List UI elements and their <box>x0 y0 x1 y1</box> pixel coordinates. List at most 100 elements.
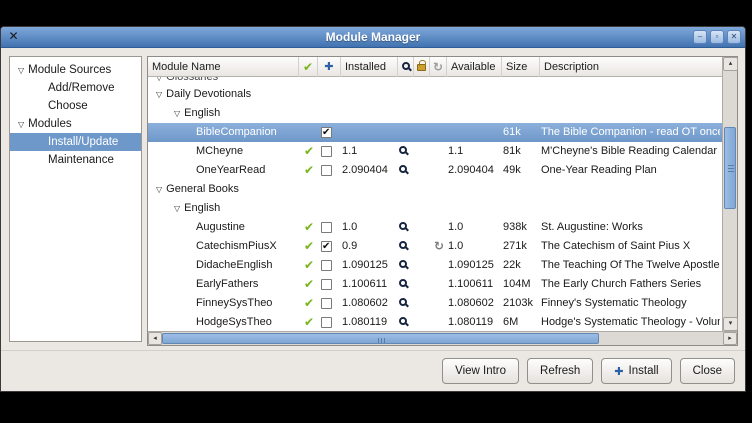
search-preview-icon[interactable] <box>399 256 415 275</box>
tree-expander-icon[interactable]: ▽ <box>18 120 24 129</box>
sidebar-item-choose[interactable]: Choose <box>10 97 141 115</box>
sidebar-item-add-remove[interactable]: Add/Remove <box>10 79 141 97</box>
table-row-finneysystheo[interactable]: FinneySysTheo✔1.0806021.0806022103kFinne… <box>148 294 722 313</box>
search-preview-icon[interactable] <box>399 237 415 256</box>
install-checkbox[interactable] <box>321 294 335 313</box>
column-header-installed[interactable]: Installed <box>340 57 397 77</box>
refresh-button[interactable]: Refresh <box>527 358 593 384</box>
search-preview-icon[interactable] <box>399 275 415 294</box>
lock-icon[interactable] <box>413 57 429 77</box>
install-checkbox[interactable] <box>321 142 335 161</box>
sidebar-item-install-update[interactable]: Install/Update <box>10 133 141 151</box>
table-row-english[interactable]: ▽English <box>148 104 722 123</box>
module-description: One-Year Reading Plan <box>541 161 720 180</box>
table-row-augustine[interactable]: Augustine✔1.01.0938kSt. Augustine: Works <box>148 218 722 237</box>
table-row-biblecompanion[interactable]: BibleCompanion61kThe Bible Companion - r… <box>148 123 722 142</box>
scroll-down-button[interactable]: ▾ <box>723 317 738 331</box>
table-row-mcheyne[interactable]: MCheyne✔1.11.181kM'Cheyne's Bible Readin… <box>148 142 722 161</box>
maximize-button[interactable]: ▫ <box>710 30 724 44</box>
vertical-scrollbar[interactable]: ▴ ▾ <box>722 57 737 331</box>
search-preview-icon[interactable] <box>399 161 415 180</box>
table-row-earlyfathers[interactable]: EarlyFathers✔1.1006111.100611104MThe Ear… <box>148 275 722 294</box>
module-sources-tree: ▽Module SourcesAdd/Remove Choose ▽ModulesI… <box>9 56 142 342</box>
module-name-label: OneYearRead <box>196 164 265 176</box>
tree-expander-icon[interactable]: ▽ <box>18 66 24 75</box>
search-preview-icon[interactable] <box>397 57 413 77</box>
installed-version: 2.090404 <box>342 161 397 180</box>
install-plus-icon: ✚ <box>614 365 623 378</box>
table-header: Module Name ✔ ✚ Installed ↻ Available Si… <box>148 57 722 77</box>
vertical-scroll-thumb[interactable] <box>724 127 736 209</box>
footer-button-bar: View Intro Refresh ✚Install Close <box>1 350 745 391</box>
module-name-label: FinneySysTheo <box>196 297 272 309</box>
tree-expander-icon[interactable]: ▽ <box>174 109 180 118</box>
table-row-hodgesystheo[interactable]: HodgeSysTheo✔1.0801191.0801196MHodge's S… <box>148 313 722 331</box>
column-header-available[interactable]: Available <box>446 57 501 77</box>
scroll-right-button[interactable]: ▸ <box>723 332 737 345</box>
table-row-oneyearread[interactable]: OneYearRead✔2.0904042.09040449kOne-Year … <box>148 161 722 180</box>
add-module-icon[interactable]: ✚ <box>317 57 340 77</box>
horizontal-scrollbar[interactable]: ◂ ▸ <box>148 331 737 345</box>
install-checkbox[interactable] <box>321 256 335 275</box>
module-size: 938k <box>503 218 540 237</box>
scroll-left-button[interactable]: ◂ <box>148 332 162 345</box>
table-row-catechismpiusx[interactable]: CatechismPiusX✔0.9↻1.0271kThe Catechism … <box>148 237 722 256</box>
install-checkbox[interactable] <box>321 313 335 331</box>
module-size: 81k <box>503 142 540 161</box>
sidebar-item-modules[interactable]: ▽Modules <box>10 115 141 133</box>
available-version: 1.0 <box>448 237 500 256</box>
available-version: 1.100611 <box>448 275 500 294</box>
update-available-icon: ↻ <box>431 237 447 257</box>
search-preview-icon[interactable] <box>399 313 415 331</box>
tree-expander-icon[interactable]: ▽ <box>156 90 162 99</box>
sidebar-item-maintenance[interactable]: Maintenance <box>10 151 141 169</box>
minimize-button[interactable]: – <box>693 30 707 44</box>
titlebar[interactable]: ✕ Module Manager – ▫ ✕ <box>1 27 745 48</box>
module-description: The Catechism of Saint Pius X <box>541 237 720 256</box>
module-size: 22k <box>503 256 540 275</box>
view-intro-button[interactable]: View Intro <box>442 358 519 384</box>
tree-expander-icon[interactable]: ▽ <box>156 77 162 82</box>
module-description: St. Augustine: Works <box>541 218 720 237</box>
tree-expander-icon[interactable]: ▽ <box>156 185 162 194</box>
table-row-english[interactable]: ▽ English <box>148 199 722 218</box>
column-header-description[interactable]: Description <box>539 57 722 77</box>
column-header-module-name[interactable]: Module Name <box>148 57 298 77</box>
search-preview-icon[interactable] <box>399 142 415 161</box>
install-checkbox[interactable] <box>321 237 335 256</box>
install-button[interactable]: ✚Install <box>601 358 671 384</box>
tree-expander-icon[interactable]: ▽ <box>174 204 180 213</box>
module-name-label: EarlyFathers <box>196 278 258 290</box>
sidebar-item-module-sources[interactable]: ▽Module Sources <box>10 61 141 79</box>
table-row-daily-devotionals[interactable]: ▽Daily Devotionals <box>148 85 722 104</box>
installed-check-icon[interactable]: ✔ <box>298 57 317 77</box>
close-button[interactable]: Close <box>680 358 735 384</box>
module-name-label: English <box>184 202 220 214</box>
table-row-glossaries[interactable]: ▽Glossaries <box>148 77 722 85</box>
installed-version: 1.080119 <box>342 313 397 331</box>
install-checkbox[interactable] <box>321 123 335 142</box>
search-preview-icon[interactable] <box>399 294 415 313</box>
table-body: ▽Glossaries▽Daily Devotionals▽EnglishBib… <box>148 77 722 331</box>
installed-version: 1.100611 <box>342 275 397 294</box>
horizontal-scroll-thumb[interactable] <box>162 333 599 344</box>
install-checkbox[interactable] <box>321 275 335 294</box>
close-window-button[interactable]: ✕ <box>727 30 741 44</box>
module-name-label: BibleCompanion <box>196 126 277 138</box>
sidebar-item-label: Choose <box>48 100 88 112</box>
search-preview-icon[interactable] <box>399 218 415 237</box>
scroll-up-button[interactable]: ▴ <box>723 57 738 71</box>
module-name-label: CatechismPiusX <box>196 240 277 252</box>
install-checkbox[interactable] <box>321 218 335 237</box>
available-version: 1.0 <box>448 218 500 237</box>
update-available-icon[interactable]: ↻ <box>429 57 446 77</box>
table-row-didacheenglish[interactable]: DidacheEnglish✔1.0901251.09012522kThe Te… <box>148 256 722 275</box>
column-header-size[interactable]: Size <box>501 57 539 77</box>
install-checkbox[interactable] <box>321 161 335 180</box>
installed-version: 1.0 <box>342 218 397 237</box>
installed-check-icon: ✔ <box>300 313 318 331</box>
module-description: The Teaching Of The Twelve Apostles <box>541 256 720 275</box>
module-size: 2103k <box>503 294 540 313</box>
table-row-general-books[interactable]: ▽General Books <box>148 180 722 199</box>
installed-check-icon: ✔ <box>300 218 318 238</box>
